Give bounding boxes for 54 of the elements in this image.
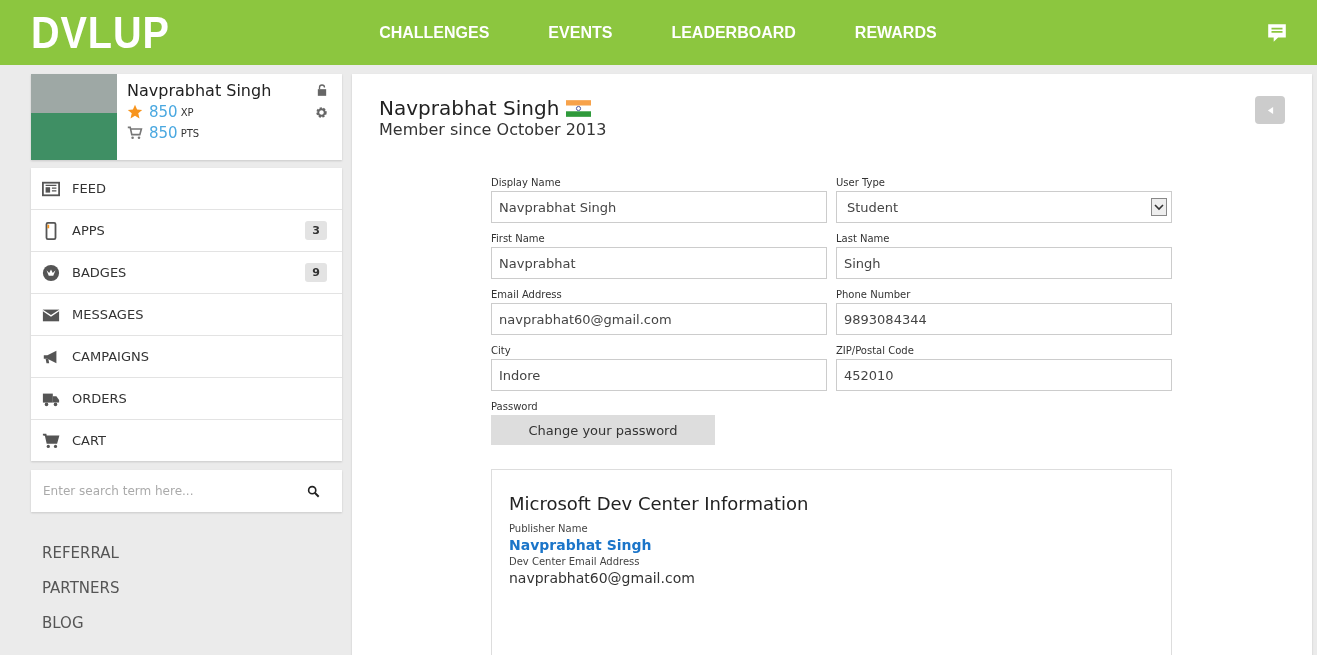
search-bar[interactable]: Enter search term here...	[31, 470, 342, 512]
xp-unit: XP	[180, 106, 194, 118]
member-since: Member since October 2013	[379, 120, 607, 139]
input-field[interactable]: Indore	[491, 359, 827, 391]
field-label: First Name	[491, 233, 546, 244]
menu-item[interactable]: APPS 3	[31, 210, 342, 252]
count-badge: 3	[305, 221, 327, 240]
sidebar-link[interactable]: REFERRAL	[42, 544, 331, 562]
field-label: Email Address	[491, 289, 563, 300]
lock-icon[interactable]	[316, 84, 327, 96]
field-label: ZIP/Postal Code	[836, 345, 915, 356]
field-label: Password	[491, 401, 539, 412]
xp-value: 850	[149, 103, 178, 121]
field-label: City	[491, 345, 512, 356]
input-field[interactable]: Navprabhat Singh	[491, 191, 827, 223]
input-field[interactable]: Navprabhat	[491, 247, 827, 279]
menu-item[interactable]: BADGES 9	[31, 252, 342, 294]
change-password-button[interactable]: Change your password	[491, 415, 715, 445]
input-field[interactable]: 452010	[836, 359, 1172, 391]
field-label: Dev Center Email Address	[509, 556, 641, 567]
field-label: Last Name	[836, 233, 891, 244]
left-triangle-icon	[1266, 106, 1274, 114]
sidebar-link[interactable]: PARTNERS	[42, 579, 331, 597]
menu-item[interactable]: ORDERS	[31, 378, 342, 420]
settings-icon[interactable]	[315, 106, 328, 119]
publisher-name: Navprabhat Singh	[509, 537, 653, 553]
email-value: navprabhat60@gmail.com	[509, 570, 696, 586]
menu-item[interactable]: MESSAGES	[31, 294, 342, 336]
points-value: 850	[149, 124, 178, 142]
cart-icon	[127, 125, 143, 141]
input-field[interactable]: navprabhat60@gmail.com	[491, 303, 827, 335]
star-icon	[127, 104, 143, 120]
menu-item[interactable]: FEED	[31, 168, 342, 210]
menu-item[interactable]: CART	[31, 420, 342, 461]
search-icon[interactable]	[307, 484, 320, 498]
points-unit: PTS	[180, 127, 200, 139]
select-field[interactable]: Student	[836, 191, 1172, 223]
crown-icon	[42, 263, 60, 282]
profile-name: Navprabhat Singh	[127, 81, 273, 100]
section-title: Microsoft Dev Center Information	[509, 493, 810, 514]
sidebar-link[interactable]: BLOG	[42, 614, 331, 632]
cart-icon	[42, 431, 60, 450]
menu-item[interactable]: CAMPAIGNS	[31, 336, 342, 378]
flag-icon	[566, 99, 592, 117]
newspaper-icon	[42, 179, 60, 198]
field-label: User Type	[836, 177, 886, 188]
count-badge: 9	[305, 263, 327, 282]
dropdown-icon[interactable]	[1151, 198, 1167, 216]
field-label: Display Name	[491, 177, 562, 188]
profile-title: Navprabhat Singh	[379, 96, 560, 120]
input-field[interactable]: 9893084344	[836, 303, 1172, 335]
field-label: Publisher Name	[509, 523, 589, 534]
field-label: Phone Number	[836, 289, 912, 300]
input-field[interactable]: Singh	[836, 247, 1172, 279]
